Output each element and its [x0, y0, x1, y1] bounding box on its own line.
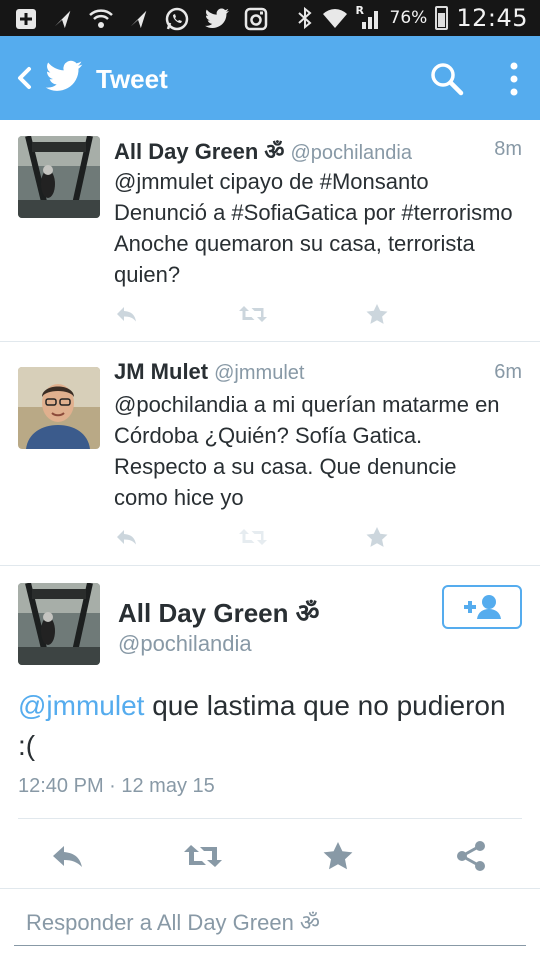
- cell-signal-icon: R: [355, 4, 382, 30]
- tweet-timestamp: 12:40 PM · 12 may 15: [18, 775, 215, 797]
- author-name[interactable]: All Day Green ॐ: [118, 594, 319, 630]
- tweet-item[interactable]: All Day Green ॐ @pochilandia 8m @jmmulet …: [0, 120, 540, 342]
- share-icon[interactable]: [454, 840, 490, 872]
- tweet-header: All Day Green ॐ @pochilandia 8m: [114, 136, 522, 166]
- author-name[interactable]: JM Mulet: [114, 359, 208, 384]
- whatsapp-icon: [165, 7, 189, 31]
- tweet-text: @pochilandia a mi querían matarme en Cór…: [114, 392, 500, 510]
- twitter-bird-icon: [45, 60, 83, 91]
- favorite-star-icon[interactable]: [364, 525, 390, 549]
- overflow-menu-icon[interactable]: [500, 60, 528, 98]
- back-arrow-icon[interactable]: [10, 62, 40, 94]
- twitter-notification-icon: [205, 8, 229, 29]
- tweet-item[interactable]: JM Mulet @jmmulet 6m @pochilandia a mi qu…: [0, 343, 540, 566]
- tweet-time: 6m: [494, 361, 522, 383]
- page-title: Tweet: [96, 64, 168, 94]
- reply-box: [14, 900, 526, 946]
- notification-icons: [14, 6, 268, 32]
- divider: [0, 888, 540, 889]
- retweet-icon[interactable]: [182, 840, 224, 872]
- avatar[interactable]: [18, 583, 100, 665]
- author-handle[interactable]: @pochilandia: [290, 142, 412, 164]
- tweet-header: JM Mulet @jmmulet 6m: [114, 359, 522, 389]
- reply-input[interactable]: [14, 900, 526, 946]
- app-bar: Tweet: [0, 36, 540, 120]
- tweet-time: 8m: [494, 138, 522, 160]
- retweet-icon: [239, 529, 267, 545]
- navigation-arrow-icon-2: [130, 10, 147, 29]
- divider: [18, 818, 522, 819]
- mention-link[interactable]: @jmmulet: [18, 690, 144, 721]
- system-icons: R 76% 12:45: [296, 4, 528, 32]
- wifi-question-icon: [89, 9, 113, 28]
- add-user-icon: [464, 595, 501, 619]
- favorite-star-icon[interactable]: [320, 840, 356, 872]
- navigation-arrow-icon: [54, 10, 71, 29]
- bluetooth-icon: [297, 6, 312, 30]
- avatar[interactable]: [18, 136, 100, 218]
- reply-icon[interactable]: [114, 525, 140, 549]
- reply-icon[interactable]: [50, 840, 86, 872]
- author-name[interactable]: All Day Green ॐ: [114, 139, 284, 164]
- author-handle[interactable]: @pochilandia: [118, 631, 252, 657]
- add-box-icon: [16, 9, 36, 29]
- author-handle[interactable]: @jmmulet: [214, 362, 304, 384]
- retweet-icon[interactable]: [238, 302, 268, 326]
- battery-icon: [435, 6, 449, 30]
- reply-icon[interactable]: [114, 302, 140, 326]
- avatar[interactable]: [18, 367, 100, 449]
- instagram-icon: [244, 7, 268, 31]
- clock: 12:45: [456, 4, 528, 32]
- tweet-action-bar: [0, 830, 540, 882]
- wifi-icon: [322, 9, 347, 28]
- favorite-star-icon[interactable]: [364, 302, 390, 326]
- tweet-text: @jmmulet cipayo de #Monsanto Denunció a …: [114, 169, 513, 287]
- signal-label: R: [355, 4, 365, 17]
- follow-button[interactable]: [442, 585, 522, 629]
- status-bar: R 76% 12:45: [0, 0, 540, 36]
- battery-percentage: 76%: [389, 8, 428, 28]
- tweet-text: @jmmulet que lastima que no pudieron :(: [18, 686, 518, 766]
- search-icon[interactable]: [428, 60, 466, 98]
